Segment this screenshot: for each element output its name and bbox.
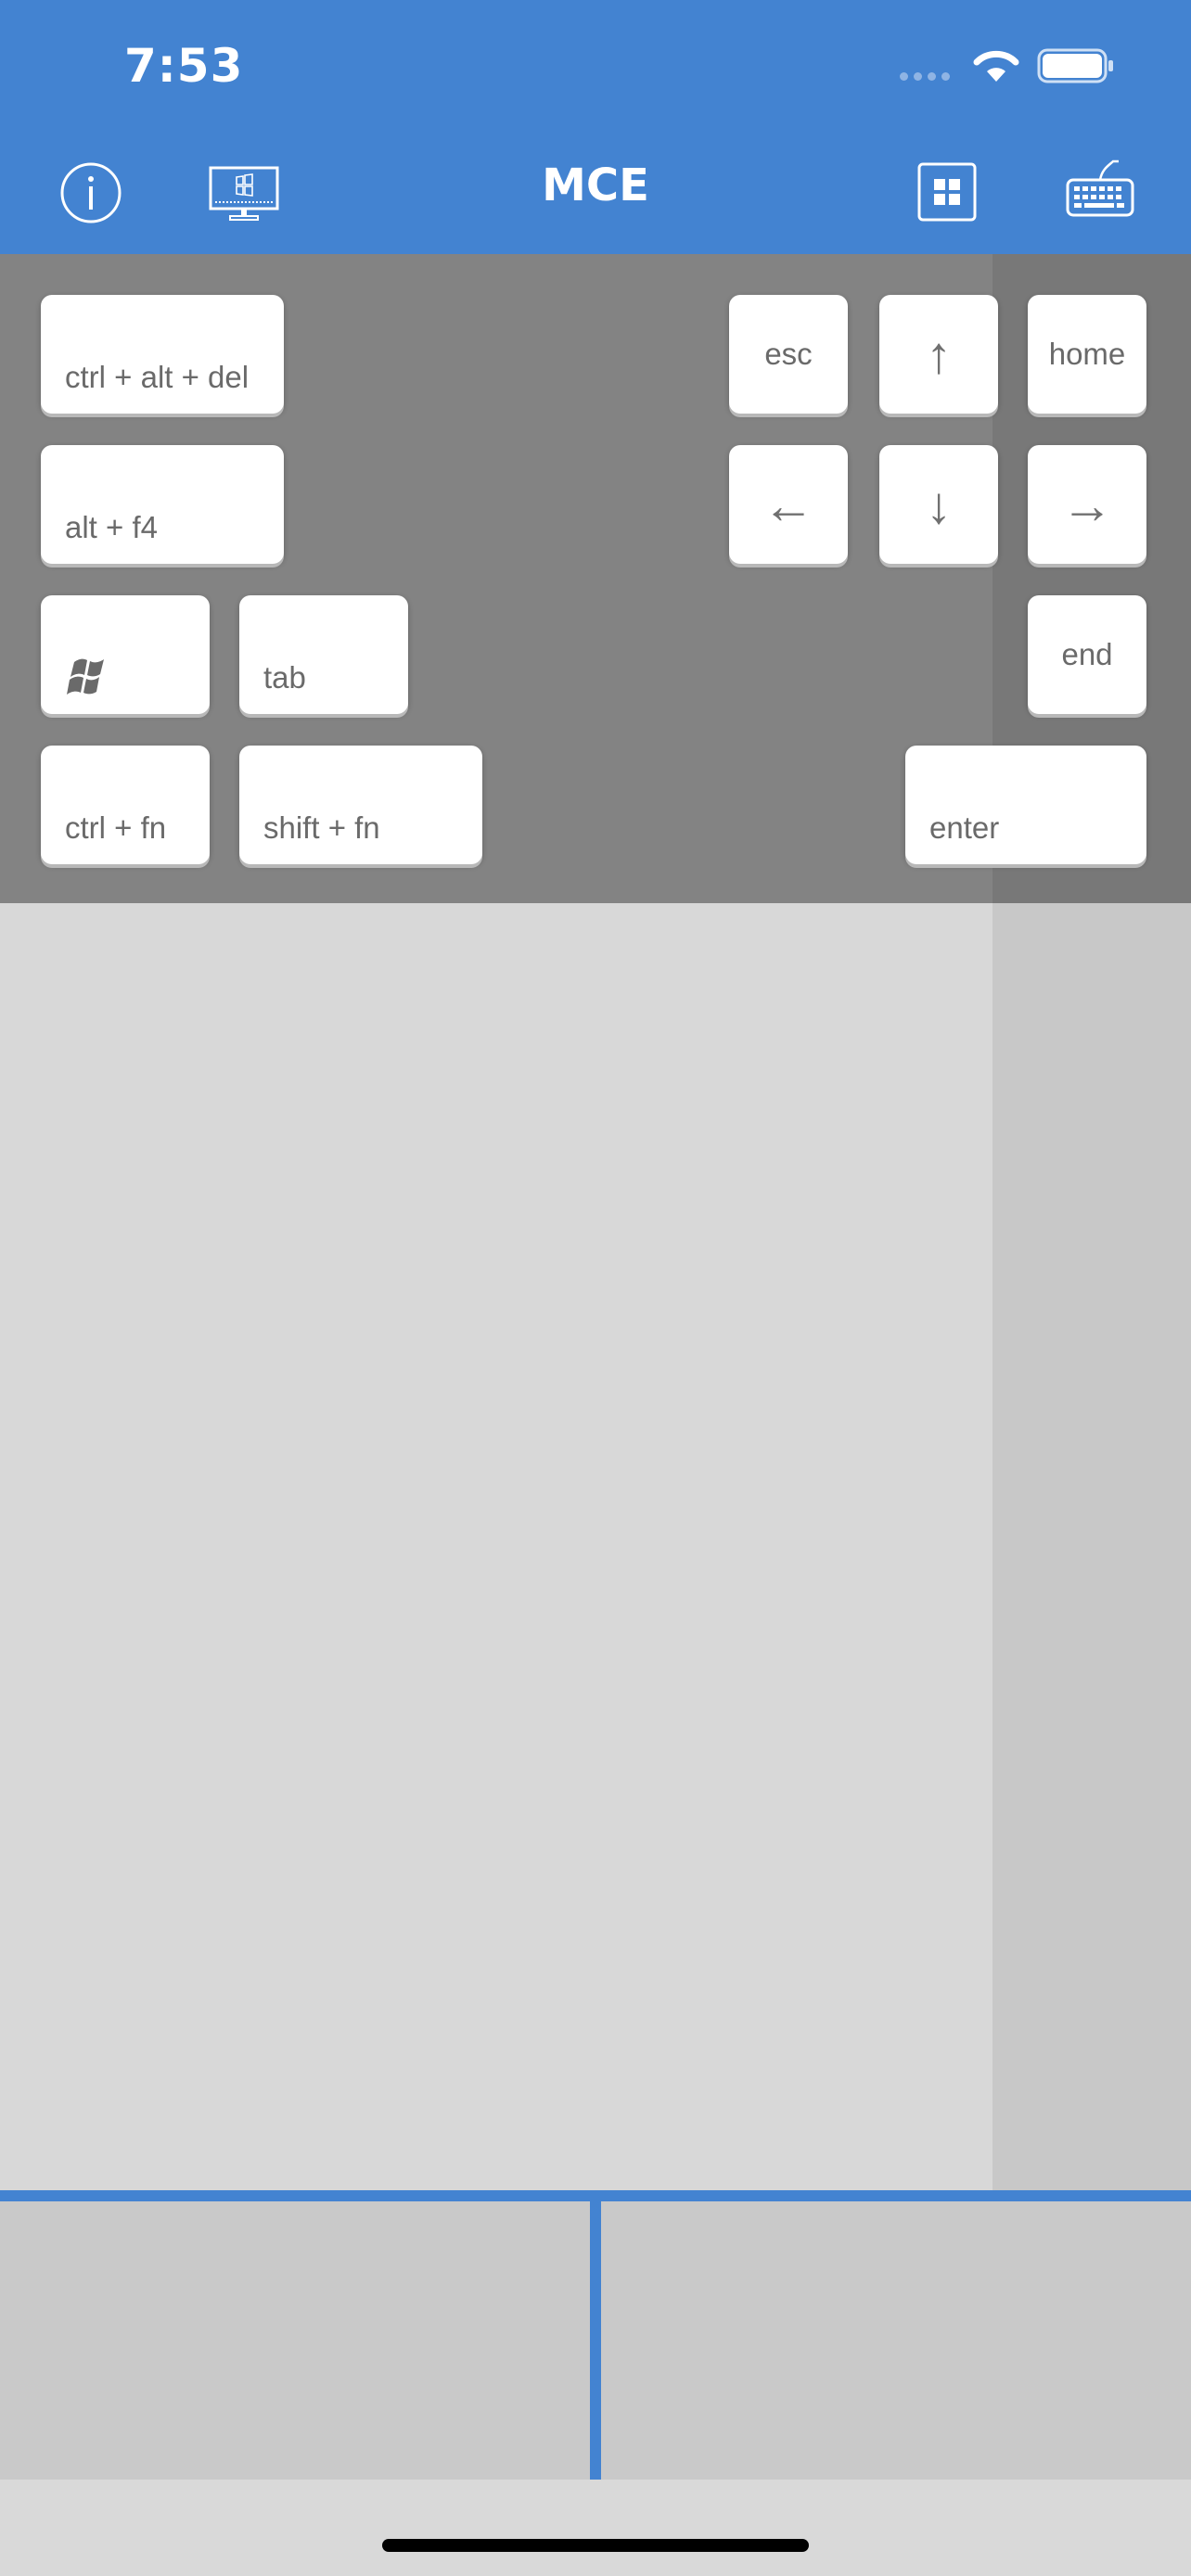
start-menu-icon[interactable] [916, 161, 978, 223]
tab-key[interactable]: tab [239, 595, 408, 714]
mouse-buttons-divider [0, 2190, 1191, 2201]
left-click-button[interactable] [0, 2201, 590, 2480]
wifi-icon [973, 50, 1019, 82]
alt-f4-key[interactable]: alt + f4 [41, 445, 284, 564]
shift-fn-key[interactable]: shift + fn [239, 746, 482, 864]
scroll-strip[interactable] [992, 903, 1191, 2190]
up-arrow-key[interactable]: ↑ [879, 295, 998, 414]
app-header: 7:53 MCE [0, 0, 1191, 254]
down-arrow-key[interactable]: ↓ [879, 445, 998, 564]
keyboard-icon[interactable] [1065, 158, 1135, 219]
esc-key[interactable]: esc [729, 295, 848, 414]
trackpad-area[interactable] [0, 903, 992, 2190]
ctrl-fn-key[interactable]: ctrl + fn [41, 746, 210, 864]
end-key[interactable]: end [1028, 595, 1146, 714]
right-click-button[interactable] [601, 2201, 1191, 2480]
status-time: 7:53 [124, 39, 244, 93]
home-key[interactable]: home [1028, 295, 1146, 414]
home-indicator[interactable] [382, 2539, 809, 2552]
enter-key[interactable]: enter [905, 746, 1146, 864]
windows-logo-icon [67, 658, 104, 695]
battery-icon [1037, 48, 1113, 83]
windows-key[interactable] [41, 595, 210, 714]
right-arrow-key[interactable]: → [1028, 445, 1146, 564]
cellular-signal-icon [900, 72, 950, 81]
ctrl-alt-del-key[interactable]: ctrl + alt + del [41, 295, 284, 414]
mouse-buttons-separator [590, 2201, 601, 2480]
page-title: MCE [542, 159, 649, 211]
left-arrow-key[interactable]: ← [729, 445, 848, 564]
